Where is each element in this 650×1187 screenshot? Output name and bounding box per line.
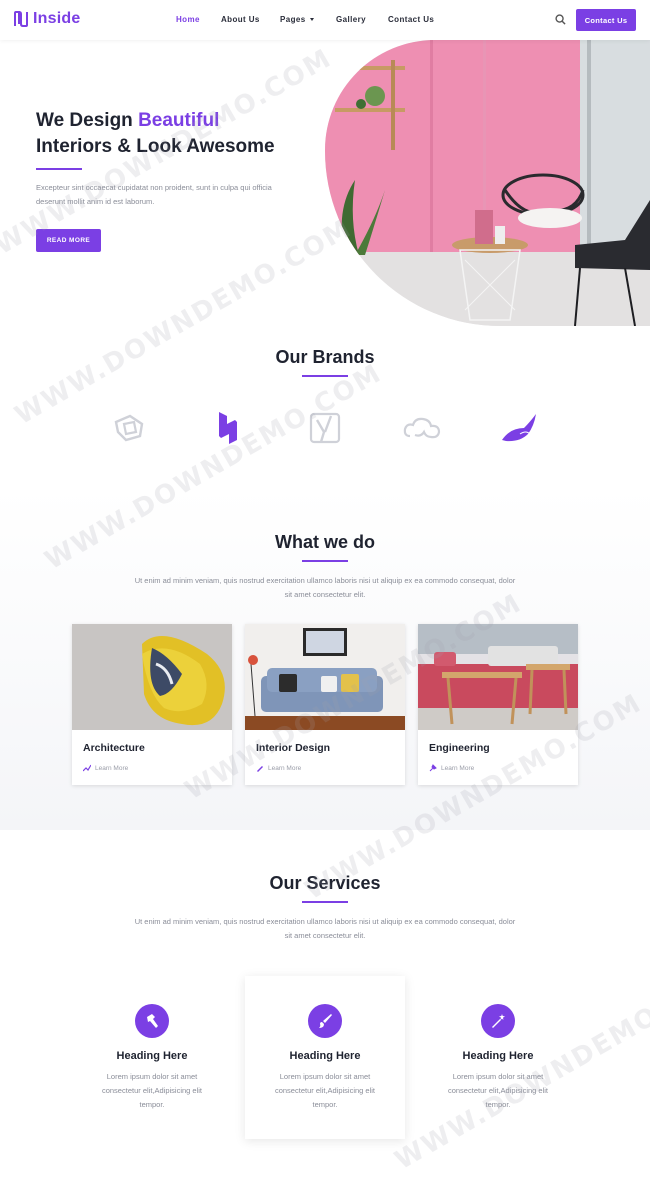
hero-title-accent: Beautiful (138, 110, 220, 131)
read-more-button[interactable]: READ MORE (36, 229, 101, 252)
card-title: Engineering (429, 742, 490, 754)
learn-more-link[interactable]: Learn More (429, 764, 474, 772)
brand-y-logo-icon (309, 412, 341, 444)
paintbrush-icon (308, 1004, 342, 1038)
hero-description: Excepteur sint occaecat cupidatat non pr… (36, 183, 272, 206)
brand-hexagon-logo-icon (219, 412, 237, 444)
service-card[interactable]: Heading Here Lorem ipsum dolor sit amet … (418, 976, 578, 1139)
site-logo[interactable]: Inside (14, 10, 80, 28)
hammer-icon (135, 1004, 169, 1038)
nav-pages-label: Pages (280, 15, 306, 24)
magic-wand-icon (481, 1004, 515, 1038)
logo-mark-icon (14, 11, 28, 27)
hero-room-illustration (325, 40, 650, 326)
hero-title-part1: We Design (36, 110, 139, 131)
contact-us-button[interactable]: Contact Us (576, 9, 636, 31)
brands-title: Our Brands (275, 347, 375, 367)
brand-cloud-logo-icon (403, 417, 441, 439)
card-interior-design[interactable]: Interior Design Learn More (245, 624, 405, 785)
hero-image (325, 40, 650, 326)
brand-leaf-logo-icon (502, 414, 536, 442)
interior-design-image (245, 624, 405, 730)
engineering-image (418, 624, 578, 730)
brush-icon (257, 766, 263, 772)
card-engineering[interactable]: Engineering Learn More (418, 624, 578, 785)
learn-more-link[interactable]: Learn More (83, 764, 128, 772)
card-architecture[interactable]: Architecture Learn More (72, 624, 232, 785)
learn-more-link[interactable]: Learn More (256, 764, 301, 772)
top-navbar: Inside Home About Us Pages Gallery Conta… (0, 0, 650, 40)
services-divider (302, 901, 348, 903)
logo-text: Inside (33, 10, 81, 27)
hero-divider (36, 168, 82, 170)
what-we-do-divider (302, 560, 348, 562)
learn-more-label: Learn More (95, 764, 129, 772)
nav-pages[interactable]: Pages (280, 15, 314, 24)
services-title: Our Services (269, 873, 381, 893)
service-text: Lorem ipsum dolor sit amet consectetur e… (101, 1072, 203, 1109)
services-description: Ut enim ad minim veniam, quis nostrud ex… (134, 917, 516, 940)
chart-icon (83, 764, 91, 772)
what-we-do-description: Ut enim ad minim veniam, quis nostrud ex… (134, 576, 516, 599)
service-title: Heading Here (116, 1050, 188, 1062)
brand-outline-logo-icon (114, 414, 144, 442)
service-text: Lorem ipsum dolor sit amet consectetur e… (447, 1072, 549, 1109)
service-card[interactable]: Heading Here Lorem ipsum dolor sit amet … (245, 976, 405, 1139)
service-title: Heading Here (289, 1050, 361, 1062)
nav-contact-us[interactable]: Contact Us (388, 15, 434, 24)
what-we-do-title: What we do (275, 532, 375, 552)
card-title: Interior Design (256, 742, 331, 754)
card-title: Architecture (83, 742, 145, 754)
hero-title-part2: Interiors & Look Awesome (36, 136, 275, 157)
service-title: Heading Here (462, 1050, 534, 1062)
learn-more-label: Learn More (268, 764, 302, 772)
learn-more-label: Learn More (441, 764, 475, 772)
brands-divider (302, 375, 348, 377)
chevron-down-icon (309, 18, 314, 22)
search-icon[interactable] (555, 14, 566, 25)
architecture-image (72, 624, 232, 730)
service-text: Lorem ipsum dolor sit amet consectetur e… (274, 1072, 376, 1109)
nav-about-us[interactable]: About Us (221, 15, 260, 24)
tools-icon (429, 764, 437, 772)
nav-home[interactable]: Home (176, 15, 200, 24)
hero-title: We Design Beautiful Interiors & Look Awes… (36, 108, 306, 160)
nav-gallery[interactable]: Gallery (336, 15, 366, 24)
service-card[interactable]: Heading Here Lorem ipsum dolor sit amet … (72, 976, 232, 1139)
